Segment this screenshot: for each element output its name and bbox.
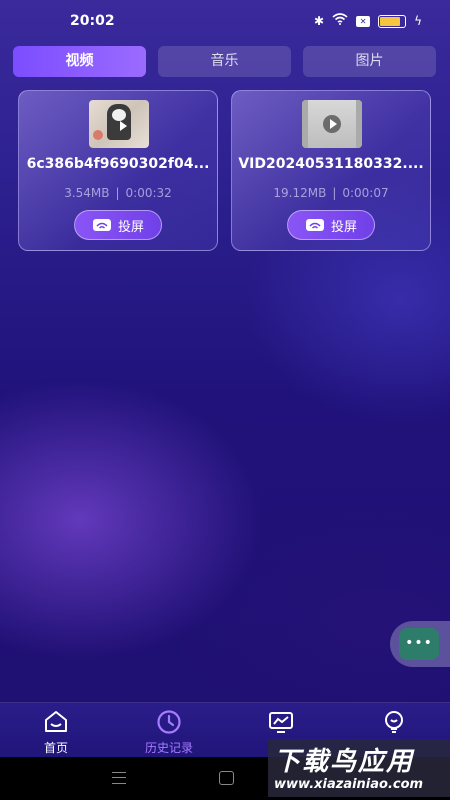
- watermark-title: 下载鸟应用: [274, 747, 415, 777]
- menu-icon[interactable]: [112, 772, 126, 784]
- media-tabs: 视频 音乐 图片: [13, 46, 437, 77]
- video-size: 3.54MB: [64, 186, 110, 200]
- charging-icon: ϟ: [414, 14, 422, 28]
- meta-separator: |: [115, 186, 120, 200]
- cast-icon: [305, 218, 325, 232]
- cast-icon: [92, 218, 112, 232]
- video-card[interactable]: 6c386b4f9690302f04... 3.54MB | 0:00:32 投屏: [18, 90, 218, 251]
- bluetooth-icon: ✱: [314, 14, 325, 28]
- nav-history[interactable]: 历史记录: [129, 709, 209, 757]
- video-meta: 3.54MB | 0:00:32: [19, 186, 217, 200]
- home-square-icon[interactable]: [219, 771, 234, 785]
- cast-button-label: 投屏: [330, 219, 357, 235]
- video-size: 19.12MB: [273, 186, 327, 200]
- more-icon: •••: [399, 628, 439, 660]
- cast-button[interactable]: 投屏: [287, 210, 375, 240]
- video-filename: 6c386b4f9690302f04...: [26, 156, 210, 172]
- status-time: 20:02: [70, 13, 115, 29]
- monitor-chart-icon: [268, 709, 294, 735]
- tab-video[interactable]: 视频: [13, 46, 146, 77]
- mute-icon: ✕: [356, 15, 371, 27]
- tab-pictures[interactable]: 图片: [303, 46, 436, 77]
- play-icon: [323, 115, 341, 133]
- video-card[interactable]: VID20240531180332.... 19.12MB | 0:00:07 投屏: [231, 90, 431, 251]
- nav-label: 历史记录: [144, 741, 193, 755]
- video-duration: 0:00:32: [125, 186, 172, 200]
- home-icon: [43, 709, 69, 735]
- video-duration: 0:00:07: [342, 186, 389, 200]
- bulb-icon: [381, 709, 407, 735]
- video-thumbnail: [89, 100, 149, 148]
- wifi-icon: [332, 13, 348, 29]
- watermark-url: www.xiazainiao.com: [274, 777, 424, 792]
- clock-icon: [156, 709, 182, 735]
- status-bar: 20:02 ✱ ✕ ϟ: [0, 0, 450, 44]
- play-icon: [113, 117, 131, 135]
- video-meta: 19.12MB | 0:00:07: [232, 186, 430, 200]
- floating-chat-button[interactable]: •••: [390, 621, 450, 667]
- status-icons: ✱ ✕ ϟ: [314, 13, 422, 29]
- cast-button-label: 投屏: [117, 219, 144, 235]
- meta-separator: |: [332, 186, 337, 200]
- cast-button[interactable]: 投屏: [74, 210, 162, 240]
- watermark: 下载鸟应用 www.xiazainiao.com: [268, 739, 450, 797]
- nav-home[interactable]: 首页: [16, 709, 96, 757]
- tab-music[interactable]: 音乐: [158, 46, 291, 77]
- nav-label: 首页: [43, 741, 68, 755]
- video-thumbnail: [302, 100, 362, 148]
- video-filename: VID20240531180332....: [238, 156, 424, 172]
- battery-icon: [378, 14, 407, 28]
